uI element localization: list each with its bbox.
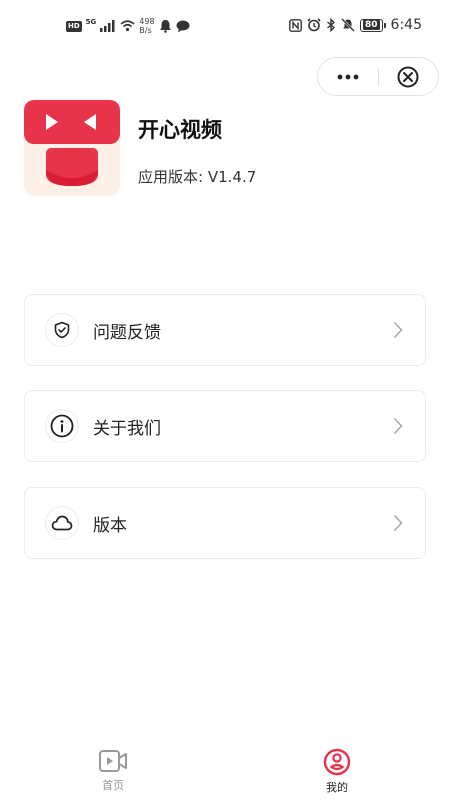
close-button[interactable] bbox=[378, 58, 438, 95]
menu-item-version[interactable]: 版本 bbox=[24, 487, 426, 559]
menu-item-about[interactable]: 关于我们 bbox=[24, 390, 426, 462]
chevron-right-icon bbox=[393, 514, 403, 532]
net-speed: 498 B/s bbox=[139, 17, 154, 35]
net-speed-value: 498 bbox=[139, 17, 155, 26]
wifi-icon bbox=[120, 20, 135, 32]
info-icon bbox=[50, 414, 74, 438]
status-right: 80 6:45 bbox=[289, 17, 422, 33]
shield-check-icon bbox=[54, 321, 70, 339]
chevron-right-icon bbox=[393, 417, 403, 435]
nav-item-home[interactable]: 首页 bbox=[83, 748, 143, 793]
battery-level: 80 bbox=[363, 19, 380, 30]
close-circle-icon bbox=[397, 66, 419, 87]
cloud-icon bbox=[51, 515, 73, 531]
nav-label-home: 首页 bbox=[102, 779, 124, 792]
app-version: 应用版本: V1.4.7 bbox=[138, 168, 257, 186]
menu-icon-wrap bbox=[45, 313, 79, 347]
signal-icon bbox=[100, 20, 115, 32]
capsule-menu bbox=[317, 57, 439, 96]
status-bar: HD 5G 498 B/s 80 6:45 bbox=[0, 0, 450, 56]
menu-icon-wrap bbox=[45, 506, 79, 540]
app-logo bbox=[24, 100, 120, 196]
menu-item-feedback[interactable]: 问题反馈 bbox=[24, 294, 426, 366]
nfc-icon bbox=[289, 18, 302, 32]
nav-item-mine[interactable]: 我的 bbox=[307, 748, 367, 795]
more-options-button[interactable] bbox=[318, 58, 378, 95]
menu-icon-wrap bbox=[45, 409, 79, 443]
video-icon bbox=[99, 750, 127, 772]
network-type: 5G bbox=[85, 18, 97, 26]
alarm-icon bbox=[307, 18, 321, 32]
bottom-nav: 首页 我的 bbox=[0, 740, 450, 800]
battery-indicator: 80 bbox=[360, 18, 386, 32]
status-left: HD 5G 498 B/s bbox=[66, 17, 190, 35]
menu-label-about: 关于我们 bbox=[93, 418, 161, 439]
more-dots-icon bbox=[337, 74, 359, 79]
clock: 6:45 bbox=[390, 17, 422, 33]
mute-icon bbox=[341, 18, 355, 32]
chat-bubble-icon bbox=[176, 20, 190, 32]
menu-label-feedback: 问题反馈 bbox=[93, 322, 161, 343]
bluetooth-icon bbox=[327, 18, 336, 32]
menu-label-version: 版本 bbox=[93, 515, 127, 536]
net-speed-unit: B/s bbox=[139, 26, 152, 35]
bell-icon bbox=[159, 20, 171, 33]
profile-icon bbox=[323, 748, 351, 776]
app-name: 开心视频 bbox=[138, 118, 222, 142]
nav-label-mine: 我的 bbox=[326, 781, 348, 794]
chevron-right-icon bbox=[393, 321, 403, 339]
hd-badge: HD bbox=[66, 20, 82, 32]
